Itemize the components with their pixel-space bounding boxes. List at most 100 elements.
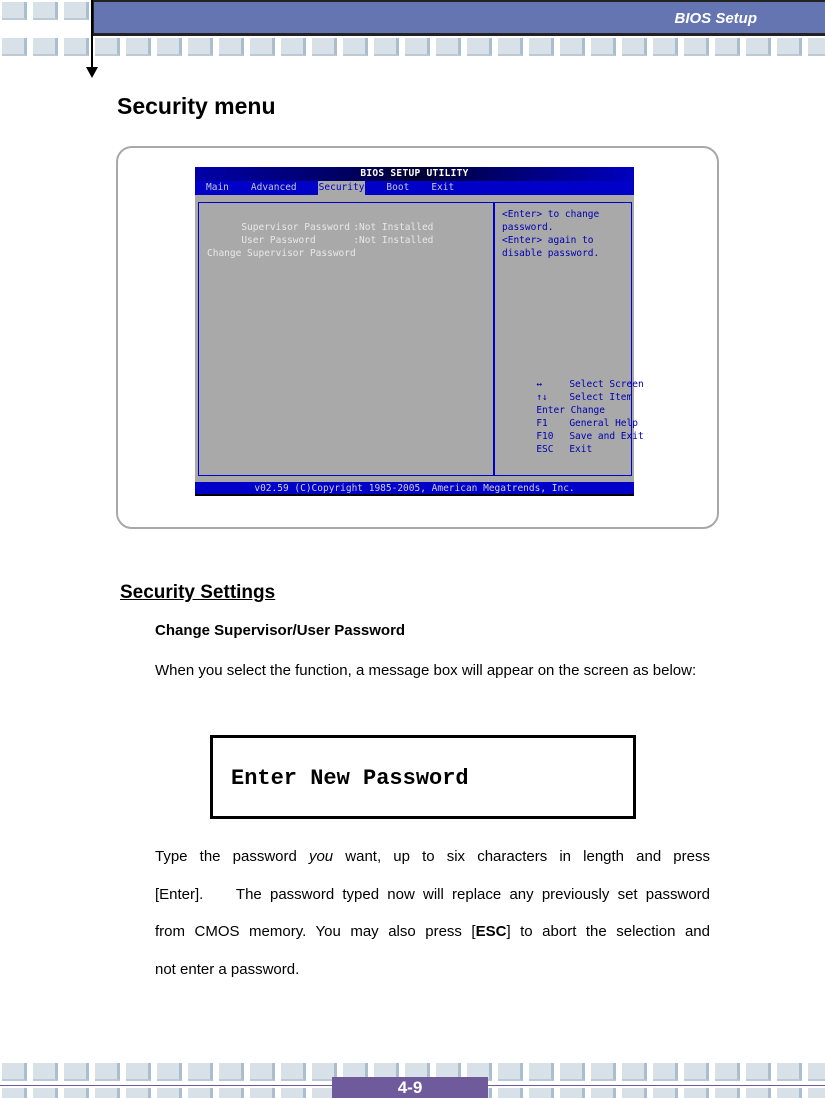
decor-tile [684,38,709,56]
decor-tile [157,1063,182,1081]
paragraph-line: not enter a password. [155,960,300,978]
decor-tile [64,2,89,20]
decor-tile [281,1063,306,1081]
decor-tile [715,1088,740,1098]
section-title: Security menu [117,93,276,119]
paragraph-instructions: Type the password you want, up to six ch… [155,838,710,988]
subheading-security-settings: Security Settings [120,582,276,603]
paragraph-intro: When you select the function, a message … [155,662,697,679]
decor-tile [95,1063,120,1081]
guide-line [91,0,93,68]
help-line: <Enter> again to [502,235,594,246]
decor-tile [374,38,399,56]
paragraph-line: from CMOS memory. You may also press [ES… [155,913,710,951]
decor-tile [529,38,554,56]
text: Type the password [155,848,309,865]
bios-tab-boot[interactable]: Boot [385,181,410,195]
decor-tile [808,1088,825,1098]
bios-tab-exit[interactable]: Exit [430,181,455,195]
decor-tile [467,38,492,56]
bios-tab-security[interactable]: Security [317,181,366,195]
text: want, up to six characters in length and… [333,848,710,865]
decor-tile [33,2,58,20]
decor-tile [2,1088,27,1098]
message-box: Enter New Password [210,735,636,819]
decor-tile [33,1088,58,1098]
header-bar: BIOS Setup [92,0,825,36]
header-tiles-top [2,2,95,20]
text: ] to abort the selection and [506,923,710,940]
decor-tile [95,1088,120,1098]
bios-help-panel: <Enter> to change password. <Enter> agai… [494,202,644,476]
bios-title: BIOS SETUP UTILITY [195,167,634,181]
decor-tile [684,1063,709,1081]
decor-tile [2,1063,27,1081]
item-heading: Change Supervisor/User Password [155,622,406,639]
decor-tile [560,1088,585,1098]
decor-tile [126,38,151,56]
help-line: disable password. [502,248,600,259]
page-number-box: 4-9 [332,1077,488,1098]
help-line: password. [502,222,554,233]
decor-tile [529,1063,554,1081]
decor-tile [250,1063,275,1081]
decor-tile [622,1088,647,1098]
decor-tile [808,38,825,56]
decor-tile [281,38,306,56]
decor-tile [653,38,678,56]
bios-settings-panel: Supervisor Password:Not Installed User P… [198,202,494,476]
decor-tile [64,38,89,56]
decor-tile [219,38,244,56]
decor-tile [684,1088,709,1098]
decor-tile [250,38,275,56]
decor-tile [188,1088,213,1098]
decor-tile [777,1088,802,1098]
decor-tile [777,1063,802,1081]
decor-tile [777,38,802,56]
decor-tile [33,1063,58,1081]
decor-tile [498,1063,523,1081]
decor-tile [808,1063,825,1081]
esc-key-text: ESC [475,923,507,940]
message-box-text: Enter New Password [231,766,469,791]
decor-tile [126,1063,151,1081]
decor-tile [250,1088,275,1098]
text: from CMOS memory. You may also press [ [155,923,476,940]
decor-tile [64,1088,89,1098]
bios-menubar: Main Advanced Security Boot Exit [195,181,634,195]
decor-tile [746,1063,771,1081]
decor-tile [591,1088,616,1098]
decor-tile [188,38,213,56]
decor-tile [746,1088,771,1098]
bios-tab-advanced[interactable]: Advanced [250,181,298,195]
decor-tile [560,38,585,56]
decor-tile [126,1088,151,1098]
decor-tile [281,1088,306,1098]
decor-tile [653,1063,678,1081]
decor-tile [715,1063,740,1081]
decor-tile [622,38,647,56]
decor-tile [95,38,120,56]
decor-tile [746,38,771,56]
decor-tile [2,2,27,20]
decor-tile [343,38,368,56]
change-supervisor-password-item[interactable]: Change Supervisor Password [207,247,356,260]
decor-tile [312,38,337,56]
decor-tile [405,38,430,56]
key-label: ESC [536,444,554,455]
decor-tile [188,1063,213,1081]
bios-tab-main[interactable]: Main [205,181,230,195]
bios-copyright: v02.59 (C)Copyright 1985-2005, American … [195,482,634,496]
decor-tile [436,38,461,56]
decor-tile [622,1063,647,1081]
decor-tile [591,1063,616,1081]
bios-screen: BIOS SETUP UTILITY Main Advanced Securit… [195,167,644,496]
header-tiles-bottom [2,38,825,56]
decor-tile [653,1088,678,1098]
header-title: BIOS Setup [674,10,757,27]
key-hint-exit: ESC Exit [502,430,592,469]
paragraph-line: Type the password you want, up to six ch… [155,838,710,876]
decor-tile [498,1088,523,1098]
emphasis-text: you [308,848,334,865]
decor-tile [157,38,182,56]
